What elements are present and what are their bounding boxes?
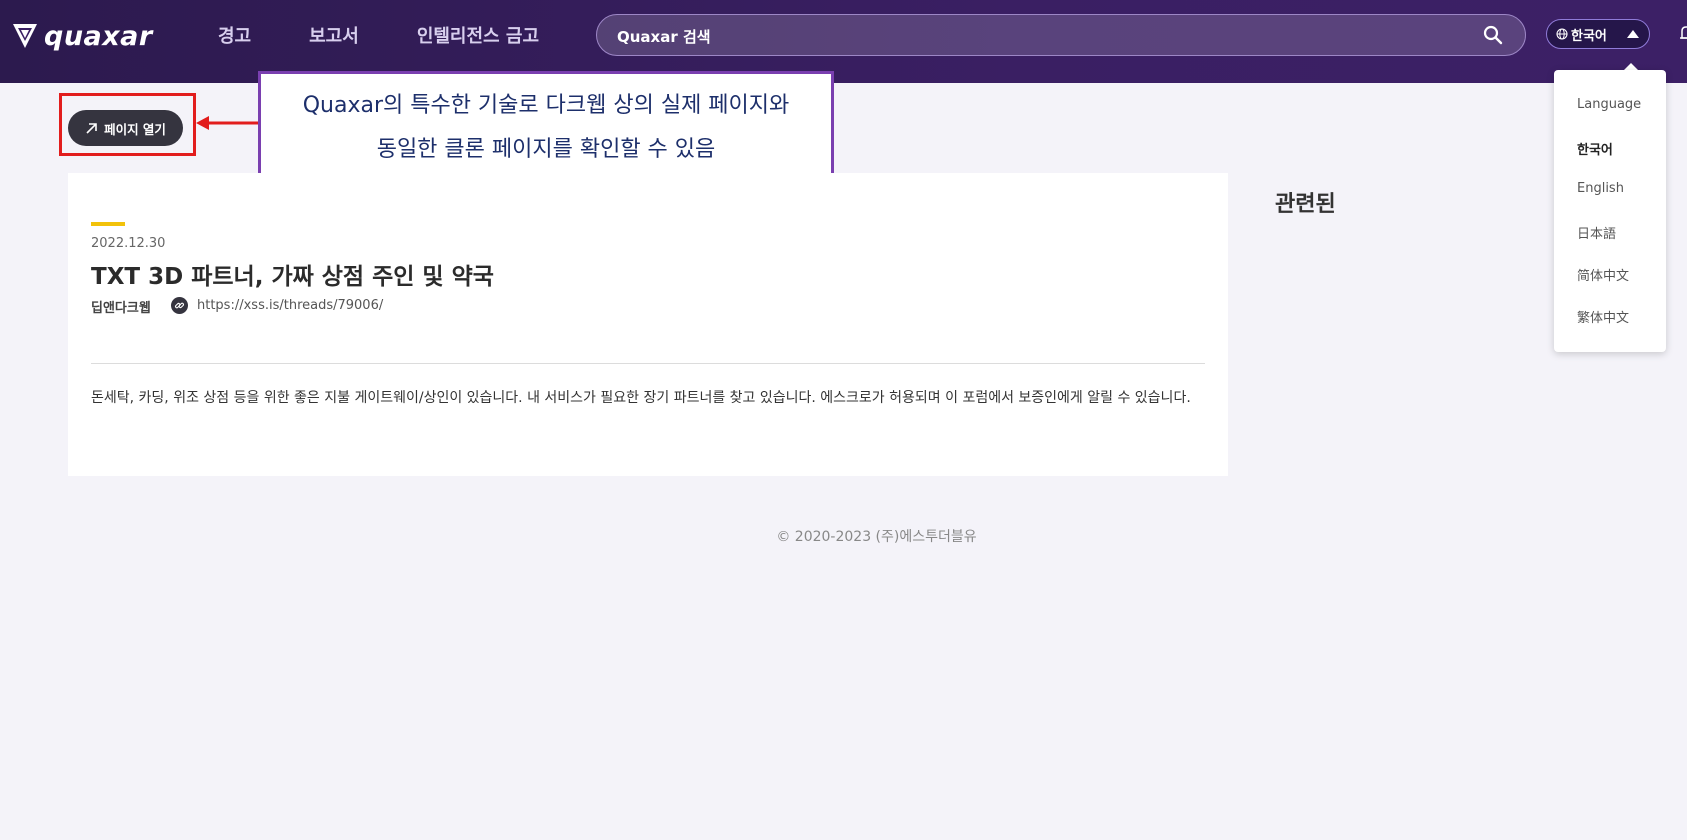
- open-page-button[interactable]: 페이지 열기: [68, 110, 183, 146]
- divider: [91, 363, 1205, 364]
- link-icon: [171, 297, 188, 314]
- nav-item-reports[interactable]: 보고서: [309, 22, 359, 48]
- article-card: 2022.12.30 TXT 3D 파트너, 가짜 상점 주인 및 약국 딥앤다…: [68, 173, 1228, 476]
- search-icon[interactable]: [1483, 25, 1503, 45]
- language-select-button[interactable]: 한국어: [1546, 19, 1650, 49]
- quaxar-logo-icon: [13, 24, 37, 48]
- main-nav: 경고 보고서 인텔리전스 금고: [218, 22, 597, 48]
- callout-line-2: 동일한 클론 페이지를 확인할 수 있음: [376, 137, 716, 162]
- caret-up-icon: [1627, 30, 1639, 38]
- language-option-ko[interactable]: 한국어: [1577, 139, 1613, 158]
- external-link-icon: [86, 122, 97, 134]
- top-header: quaxar 경고 보고서 인텔리전스 금고 한국어: [0, 0, 1687, 83]
- nav-item-alerts[interactable]: 경고: [218, 22, 251, 48]
- article-title: TXT 3D 파트너, 가짜 상점 주인 및 약국: [91, 264, 494, 290]
- annotation-arrow: [196, 116, 260, 130]
- quaxar-logo[interactable]: quaxar: [12, 18, 153, 54]
- footer-copyright: © 2020-2023 (주)에스투더블유: [776, 529, 977, 545]
- open-page-label: 페이지 열기: [104, 121, 166, 137]
- language-option-zh-hant[interactable]: 繁体中文: [1577, 307, 1629, 326]
- nav-item-intelligence-vault[interactable]: 인텔리전스 금고: [417, 22, 539, 48]
- language-option-ja[interactable]: 日本語: [1577, 223, 1616, 242]
- related-heading: 관련된: [1275, 192, 1336, 217]
- globe-icon: [1556, 28, 1568, 40]
- language-dropdown: Language 한국어 English 日本語 简体中文 繁体中文: [1554, 70, 1666, 352]
- article-body: 돈세탁, 카딩, 위조 상점 등을 위한 좋은 지불 게이트웨이/상인이 있습니…: [91, 390, 1191, 406]
- language-select-label: 한국어: [1571, 28, 1607, 44]
- accent-bar: [91, 222, 125, 226]
- language-menu-header: Language: [1577, 97, 1642, 112]
- callout-line-1: Quaxar의 특수한 기술로 다크웹 상의 실제 페이지와: [302, 93, 790, 118]
- search-input[interactable]: [615, 15, 1459, 57]
- article-source: 딥앤다크웹: [91, 301, 151, 316]
- bell-icon[interactable]: [1680, 24, 1687, 42]
- article-url-link[interactable]: https://xss.is/threads/79006/: [197, 298, 383, 313]
- annotation-callout: Quaxar의 특수한 기술로 다크웹 상의 실제 페이지와 동일한 클론 페이…: [258, 71, 834, 182]
- search-bar: [596, 14, 1526, 57]
- language-option-en[interactable]: English: [1577, 181, 1624, 196]
- logo-text: quaxar: [44, 20, 153, 52]
- language-option-zh-hans[interactable]: 简体中文: [1577, 265, 1629, 284]
- article-date: 2022.12.30: [91, 236, 166, 251]
